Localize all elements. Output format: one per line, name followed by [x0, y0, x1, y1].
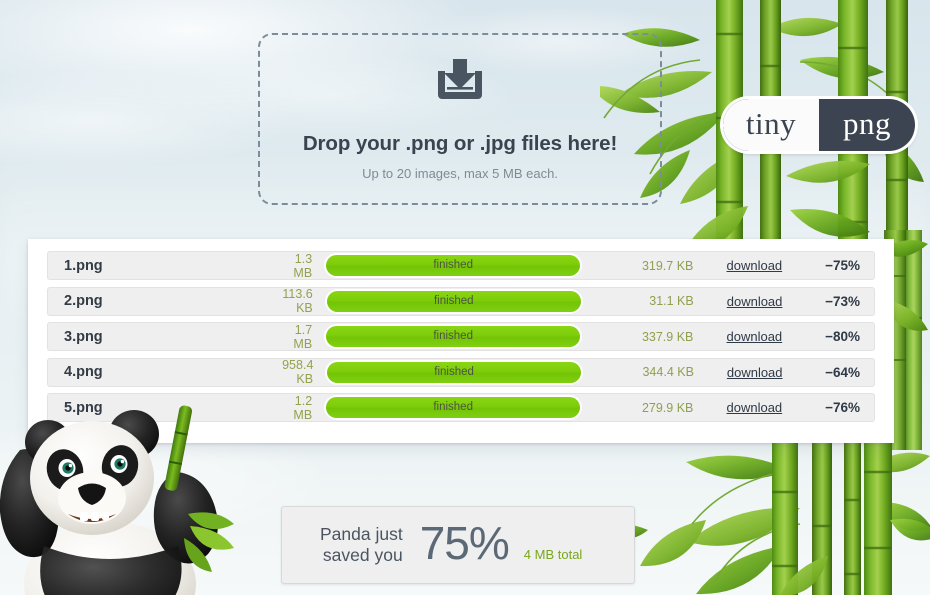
file-name: 3.png	[64, 328, 103, 345]
compressed-size: 31.1 KB	[649, 294, 694, 308]
download-link[interactable]: download	[703, 258, 805, 273]
logo-left-half: tiny	[723, 99, 819, 151]
progress-status: finished	[433, 401, 473, 413]
savings-badge: −64%	[825, 364, 860, 380]
progress-status: finished	[434, 365, 474, 378]
savings-badge: −76%	[825, 400, 860, 415]
file-name: 1.png	[64, 257, 103, 274]
original-size: 1.2 MB	[293, 393, 313, 422]
download-link[interactable]: download	[703, 329, 805, 344]
progress-status: finished	[433, 330, 473, 342]
logo-word-png: png	[843, 106, 891, 141]
savings-percent: 75%	[419, 517, 510, 569]
original-size: 1.7 MB	[293, 322, 313, 351]
download-tray-icon	[430, 57, 490, 114]
table-row[interactable]: 4.png 958.4 KB finished 344.4 KB download −64…	[47, 357, 875, 387]
table-row[interactable]: 3.png 1.7 MB finished 337.9 KB download −80%	[47, 322, 875, 351]
original-size: 1.3 MB	[293, 251, 313, 280]
savings-badge: −80%	[825, 329, 860, 344]
progress-bar: finished	[326, 290, 581, 312]
tinypng-logo[interactable]: tiny png	[723, 99, 915, 151]
savings-badge: −73%	[825, 293, 860, 309]
compressed-size: 279.9 KB	[641, 400, 694, 415]
file-name: 4.png	[64, 364, 103, 380]
file-rows: 1.png 1.3 MB finished 319.7 KB download −75% 2…	[28, 239, 894, 422]
dropzone-subtitle: Up to 20 images, max 5 MB each.	[362, 166, 558, 181]
table-row[interactable]: 5.png 1.2 MB finished 279.9 KB download −76%	[47, 393, 875, 422]
logo-right-half: png	[819, 99, 915, 151]
download-link[interactable]: download	[704, 365, 806, 380]
table-row[interactable]: 2.png 113.6 KB finished 31.1 KB download −73%	[47, 286, 875, 316]
original-size: 113.6 KB	[282, 287, 313, 315]
savings-total: 4 MB total	[523, 546, 583, 562]
file-list-panel: 1.png 1.3 MB finished 319.7 KB download −75% 2…	[28, 239, 894, 443]
progress-status: finished	[433, 259, 473, 271]
savings-badge: −75%	[825, 258, 860, 273]
compressed-size: 337.9 KB	[641, 329, 694, 344]
file-dropzone[interactable]: Drop your .png or .jpg files here! Up to…	[258, 33, 662, 205]
compressed-size: 319.7 KB	[641, 258, 694, 273]
progress-bar: finished	[326, 397, 581, 418]
download-link[interactable]: download	[704, 294, 806, 309]
download-link[interactable]: download	[703, 400, 805, 415]
dropzone-title: Drop your .png or .jpg files here!	[302, 132, 618, 155]
file-name: 2.png	[64, 293, 103, 309]
savings-label: Panda just saved you	[320, 524, 403, 565]
progress-bar: finished	[327, 361, 582, 383]
compressed-size: 344.4 KB	[642, 365, 694, 379]
progress-bar: finished	[326, 326, 581, 347]
table-row[interactable]: 1.png 1.3 MB finished 319.7 KB download −75%	[47, 251, 875, 280]
file-name: 5.png	[64, 399, 103, 416]
original-size: 958.4 KB	[282, 358, 314, 386]
logo-word-tiny: tiny	[745, 106, 797, 141]
savings-summary: Panda just saved you 75% 4 MB total	[281, 506, 635, 584]
progress-bar: finished	[326, 255, 581, 276]
progress-status: finished	[433, 294, 474, 307]
